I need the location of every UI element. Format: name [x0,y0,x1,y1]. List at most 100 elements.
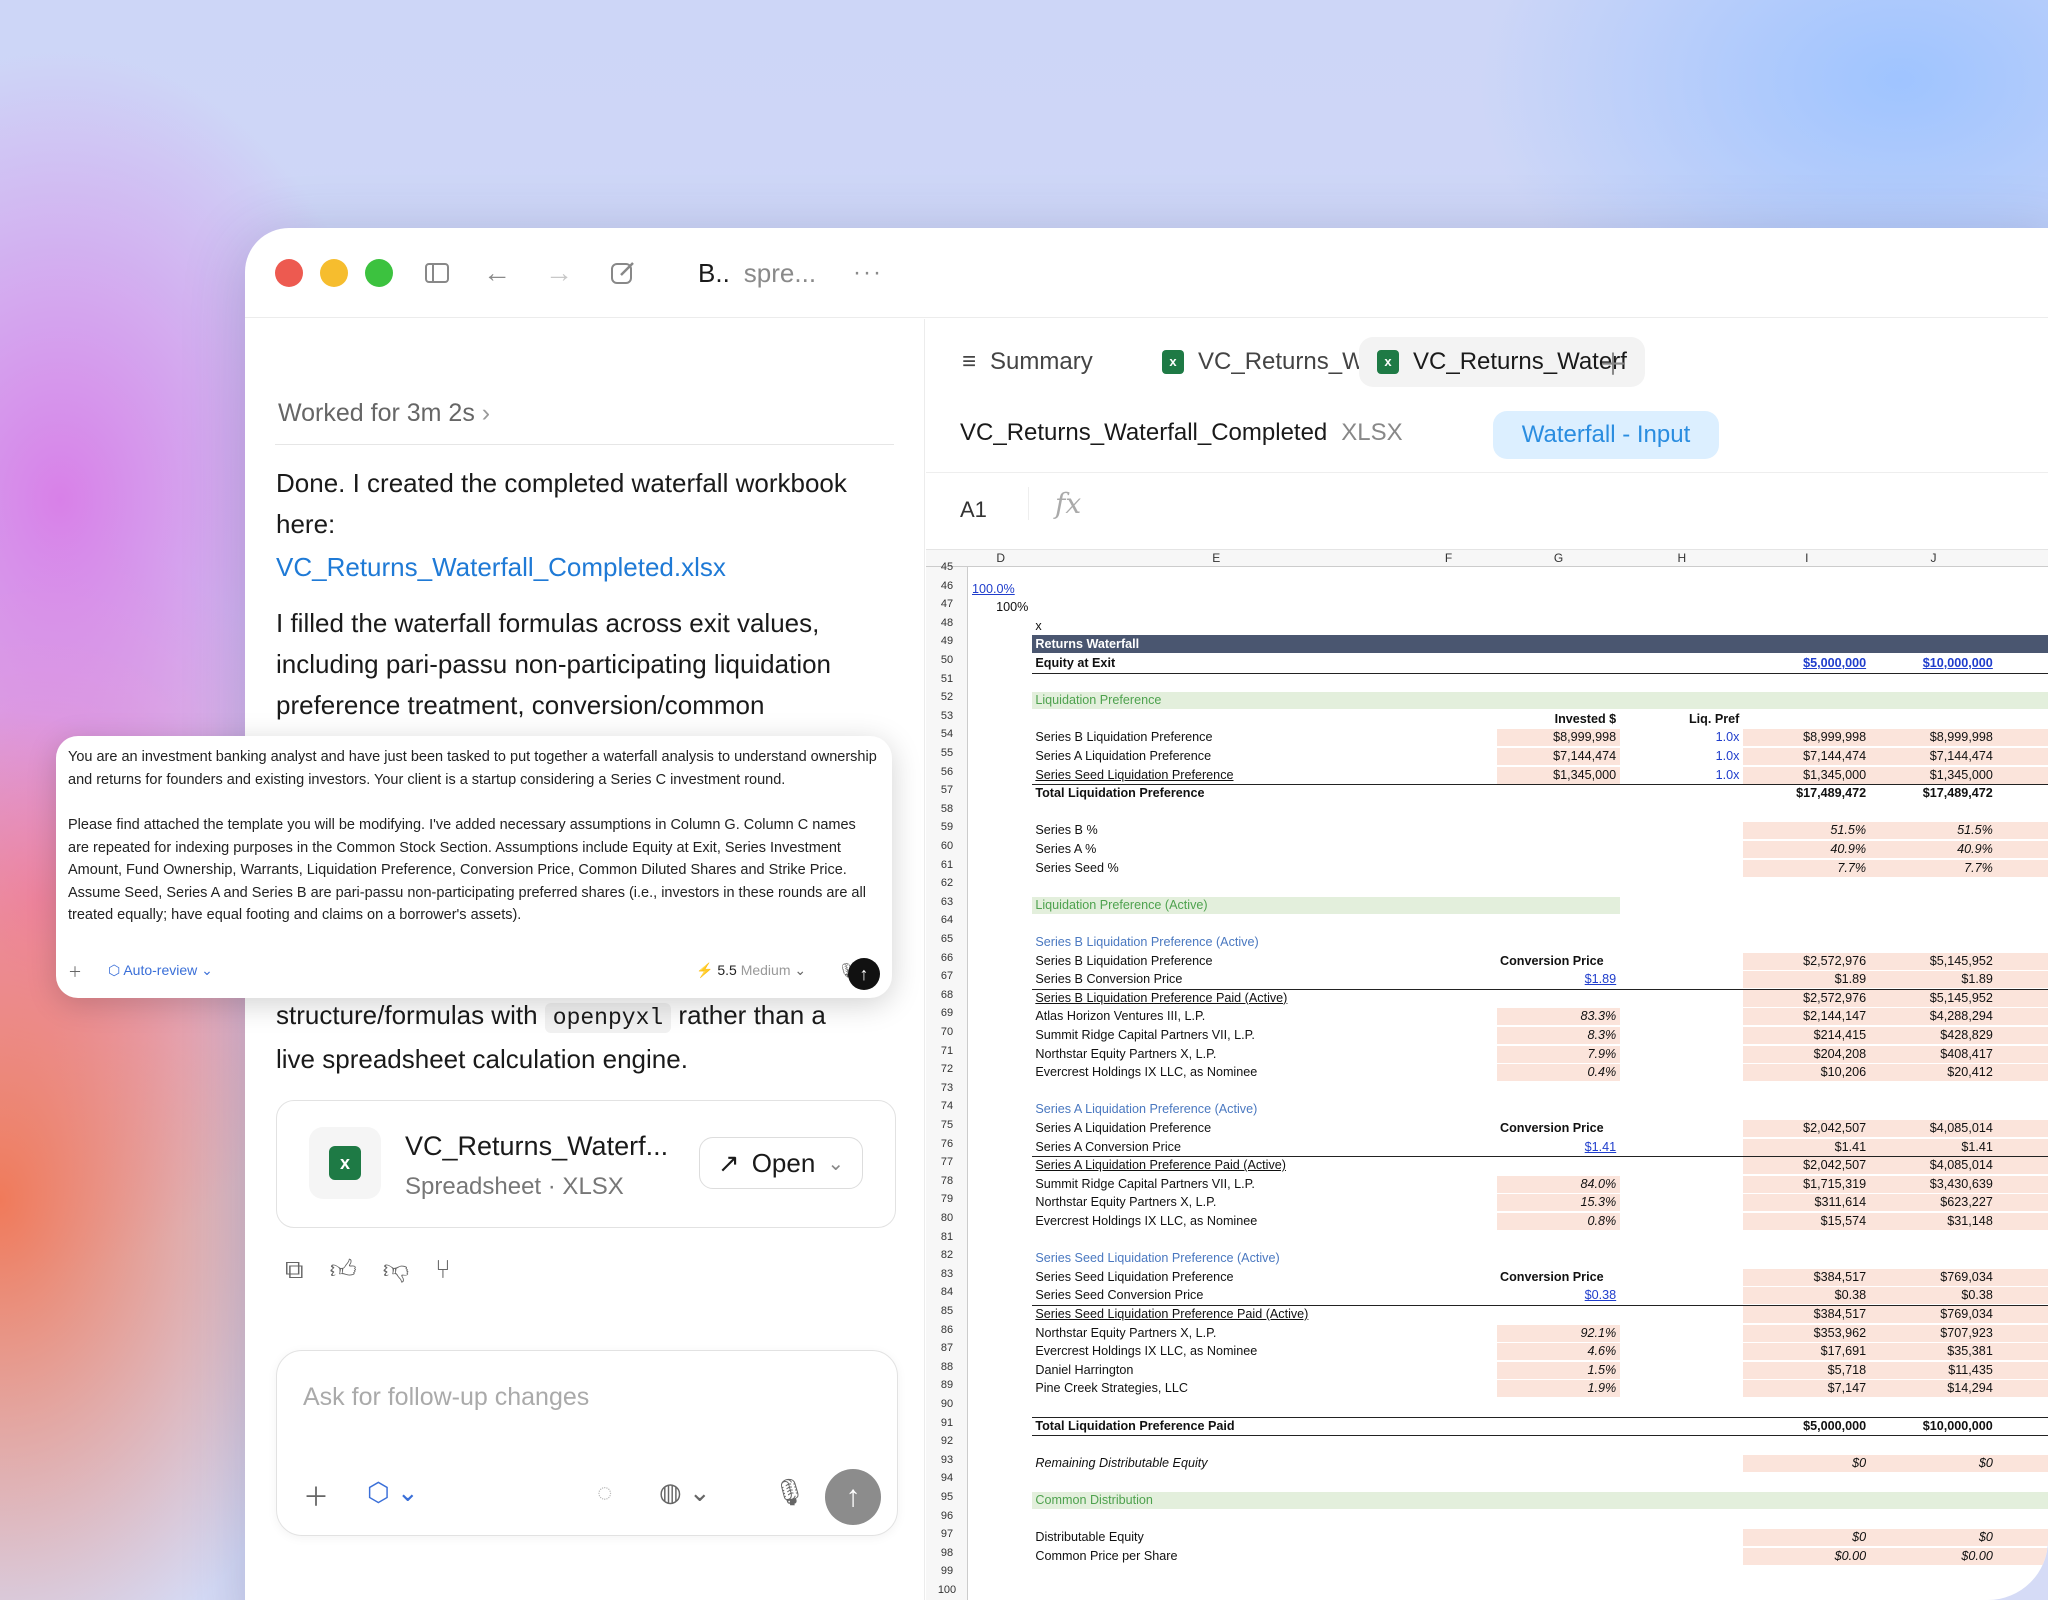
value-cell[interactable]: $7,144,474 [1997,747,2048,765]
value-cell[interactable]: $53,072 [1997,1342,2048,1360]
row-header-69[interactable]: 69 [926,1007,968,1019]
send-button[interactable]: ↑ [848,958,880,990]
exit-value[interactable]: $10,000,000 [1870,654,1997,672]
row-header-96[interactable]: 96 [926,1510,968,1522]
row-header-80[interactable]: 80 [926,1212,968,1224]
total-value[interactable]: $15,000,000 [1997,1417,2048,1435]
thumbs-up-icon[interactable]: 👍︎ [330,1254,357,1286]
row-header-94[interactable]: 94 [926,1472,968,1484]
value-cell[interactable]: $769,034 [1870,1268,1997,1286]
chevron-down-icon[interactable]: ⌄ [827,1151,844,1176]
ownership-pct[interactable]: 92.1% [1497,1324,1620,1342]
column-header-j[interactable]: J [1870,551,1997,565]
row-label[interactable]: Pine Creek Strategies, LLC [1032,1379,1400,1397]
cell-reference[interactable]: A1 [960,497,987,523]
worked-duration[interactable]: Worked for 3m 2s › [278,399,490,428]
composer-input[interactable]: Ask for follow-up changes [303,1383,589,1412]
row-label[interactable]: Series B Liquidation Preference [1032,952,1400,970]
value-cell[interactable]: $4,085,014 [1870,1119,1997,1137]
row-header-79[interactable]: 79 [926,1193,968,1205]
total-value[interactable]: $10,000,000 [1870,1417,1997,1435]
value-cell[interactable]: $15,574 [1743,1212,1870,1230]
total-value[interactable]: $5,000,000 [1743,1417,1870,1435]
value-cell[interactable]: $4,085,014 [1870,1156,1997,1174]
value-cell[interactable]: $0.38 [1997,1286,2048,1304]
assumption-cell[interactable]: 100% [969,598,1032,616]
row-label[interactable]: Series Seed Liquidation Preference [1032,1268,1400,1286]
value-cell[interactable]: $0.38 [1870,1286,1997,1304]
row-label[interactable]: Daniel Harrington [1032,1361,1400,1379]
exit-value[interactable]: $15,000,000 [1997,654,2048,672]
ownership-pct[interactable]: 7.9% [1497,1045,1620,1063]
total-label[interactable]: Total Liquidation Preference [1032,784,1400,802]
value-cell[interactable]: $769,034 [1870,1305,1997,1323]
value-cell[interactable]: $30,619 [1997,1063,2048,1081]
value-cell[interactable]: $2,042,507 [1743,1119,1870,1137]
row-label[interactable]: Series Seed Conversion Price [1032,1286,1400,1304]
row-header-77[interactable]: 77 [926,1156,968,1168]
value-cell[interactable]: $7,718,928 [1997,952,2048,970]
sidebar-toggle-icon[interactable] [422,258,452,294]
value-cell[interactable]: $4,288,294 [1870,1007,1997,1025]
pct-value[interactable]: 51.5% [1870,821,1997,839]
row-header-46[interactable]: 46 [926,580,968,592]
marker-cell[interactable]: x [1032,617,1400,635]
row-label[interactable]: Series A % [1032,840,1400,858]
value-cell[interactable]: $1.89 [1997,970,2048,988]
value-cell[interactable]: $428,829 [1870,1026,1997,1044]
new-tab-icon[interactable]: ＋ [1580,337,1646,387]
pct-value[interactable]: 7.7% [1870,859,1997,877]
total-value[interactable]: $17,489,472 [1870,784,1997,802]
forward-arrow-icon[interactable]: → [545,258,573,288]
add-icon[interactable]: ＋ [303,1477,329,1514]
row-label[interactable]: Northstar Equity Partners X, L.P. [1032,1324,1400,1342]
row-header-48[interactable]: 48 [926,617,968,629]
minimize-window-button[interactable] [320,259,348,287]
row-header-70[interactable]: 70 [926,1026,968,1038]
file-link-text[interactable]: VC_Returns_Waterfall_Completed.xlsx [276,552,726,582]
conversion-price[interactable]: $1.89 [1497,970,1620,988]
row-label[interactable]: Summit Ridge Capital Partners VII, L.P. [1032,1026,1400,1044]
conversion-price[interactable]: $1.41 [1497,1138,1620,1156]
row-header-74[interactable]: 74 [926,1100,968,1112]
value-cell[interactable]: $8,999,998 [1743,728,1870,746]
row-header-78[interactable]: 78 [926,1175,968,1187]
thumbs-down-icon[interactable]: 👎︎ [383,1254,409,1286]
value-cell[interactable]: $1,345,000 [1997,766,2048,784]
row-header-75[interactable]: 75 [926,1119,968,1131]
value-cell[interactable]: $7,144,474 [1870,747,1997,765]
row-label[interactable]: Series A Liquidation Preference [1032,747,1400,765]
value-cell[interactable]: $1,061,885 [1997,1324,2048,1342]
value-cell[interactable]: $623,227 [1870,1193,1997,1211]
close-window-button[interactable] [275,259,303,287]
value-cell[interactable]: $1,153,551 [1997,1305,2048,1323]
value-cell[interactable]: $46,722 [1997,1212,2048,1230]
ownership-pct[interactable]: 83.3% [1497,1007,1620,1025]
row-header-87[interactable]: 87 [926,1342,968,1354]
value-cell[interactable]: $5,718 [1743,1361,1870,1379]
row-header-53[interactable]: 53 [926,710,968,722]
column-header-i[interactable]: I [1743,551,1870,565]
value-cell[interactable]: $0 [1997,1454,2048,1472]
row-header-93[interactable]: 93 [926,1454,968,1466]
row-header-45[interactable]: 45 [926,561,968,573]
file-card[interactable]: x VC_Returns_Waterf... Spreadsheet · XLS… [276,1100,896,1228]
value-cell[interactable]: $20,412 [1870,1063,1997,1081]
row-header-68[interactable]: 68 [926,989,968,1001]
value-cell[interactable]: $707,923 [1870,1324,1997,1342]
row-header-47[interactable]: 47 [926,598,968,610]
value-cell[interactable]: $384,517 [1743,1268,1870,1286]
column-label[interactable]: Liq. Pref [1620,710,1743,728]
column-label[interactable]: Conversion Price [1497,952,1645,970]
value-cell[interactable]: $1,715,319 [1743,1175,1870,1193]
row-header-100[interactable]: 100 [926,1584,968,1596]
value-cell[interactable]: $8,999,998 [1870,728,1997,746]
value-cell[interactable]: $3,430,639 [1870,1175,1997,1193]
value-cell[interactable]: $214,415 [1743,1026,1870,1044]
exit-value[interactable]: $5,000,000 [1743,654,1870,672]
invested-cell[interactable]: $7,144,474 [1497,747,1620,765]
value-cell[interactable]: $643,244 [1997,1026,2048,1044]
column-header-h[interactable]: H [1620,551,1743,565]
ownership-pct[interactable]: 4.6% [1497,1342,1620,1360]
copy-icon[interactable]: ⧉ [285,1254,304,1286]
